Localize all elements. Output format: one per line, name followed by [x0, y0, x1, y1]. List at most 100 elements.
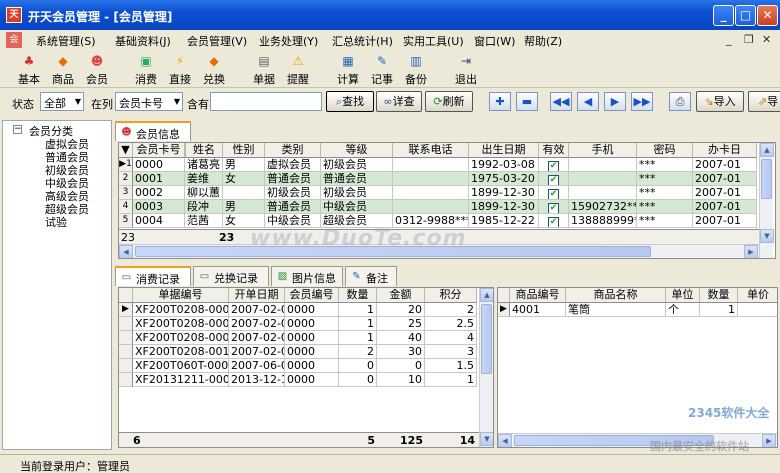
cell-mobile[interactable]: [569, 186, 637, 200]
cell-member-no[interactable]: 0000: [285, 303, 339, 317]
cell-member-no[interactable]: 0000: [285, 359, 339, 373]
cell-name[interactable]: 范茜: [185, 214, 223, 228]
cell-password[interactable]: ***: [637, 200, 693, 214]
cell-date[interactable]: 2013-12-11: [229, 373, 285, 387]
column-header[interactable]: 手机: [569, 143, 637, 158]
tree-item[interactable]: 试验: [45, 214, 67, 230]
scroll-thumb[interactable]: [481, 304, 492, 374]
scroll-thumb[interactable]: [761, 159, 772, 199]
vertical-scrollbar[interactable]: ▲ ▼: [759, 143, 774, 258]
column-header[interactable]: 有效: [539, 143, 569, 158]
cell-password[interactable]: ***: [637, 158, 693, 172]
cell-bill-no[interactable]: XF200T0208-0005: [133, 303, 229, 317]
cell-birth[interactable]: 1985-12-22: [469, 214, 539, 228]
menu-statistics[interactable]: 汇总统计(H): [332, 33, 393, 49]
import-button[interactable]: ⇘导入: [696, 91, 744, 112]
cell-type[interactable]: 普通会员: [265, 200, 321, 214]
cell-mobile[interactable]: 138888999***: [569, 214, 637, 228]
checkbox[interactable]: ✔: [548, 203, 559, 213]
print-button[interactable]: ⎙: [669, 92, 691, 111]
scroll-down-icon[interactable]: ▼: [760, 229, 774, 243]
cell-date[interactable]: 2007-02-08: [229, 303, 285, 317]
toolbar-backup-button[interactable]: ▥ 备份: [399, 52, 433, 86]
cell-unit[interactable]: 个: [666, 303, 700, 317]
cell-points[interactable]: 2.5: [425, 317, 477, 331]
cell-points[interactable]: 3: [425, 345, 477, 359]
cell-amount[interactable]: 20: [377, 303, 425, 317]
first-record-button[interactable]: ◀◀: [550, 92, 572, 111]
cell-card[interactable]: 0000: [133, 158, 185, 172]
cell-date[interactable]: 2007-01: [693, 172, 757, 186]
toolbar-basic-button[interactable]: ♣ 基本: [12, 52, 46, 86]
cell-valid[interactable]: ✔: [539, 158, 569, 172]
cell-phone[interactable]: [393, 172, 469, 186]
cell-qty[interactable]: 0: [339, 359, 377, 373]
menu-help[interactable]: 帮助(Z): [524, 33, 562, 49]
column-header[interactable]: 会员编号: [285, 288, 339, 303]
toolbar-direct-button[interactable]: ⚡ 直接: [163, 52, 197, 86]
cell-phone[interactable]: [393, 186, 469, 200]
column-header[interactable]: 金额: [377, 288, 425, 303]
scroll-right-icon[interactable]: ▶: [762, 434, 776, 447]
cell-level[interactable]: 初级会员: [321, 158, 393, 172]
tab-exchange[interactable]: ▭ 兑换记录: [193, 266, 269, 286]
cell-card[interactable]: 0003: [133, 200, 185, 214]
cell-amount[interactable]: 10: [377, 373, 425, 387]
column-select[interactable]: 会员卡号 ▼: [115, 92, 183, 111]
cell-phone[interactable]: [393, 200, 469, 214]
cell-name[interactable]: 姜维: [185, 172, 223, 186]
refresh-button[interactable]: ⟳刷新: [425, 91, 473, 112]
cell-amount[interactable]: 25: [377, 317, 425, 331]
maximize-button[interactable]: □: [735, 5, 756, 26]
toolbar-member-button[interactable]: ☻ 会员: [80, 52, 114, 86]
column-header[interactable]: 会员卡号: [133, 143, 185, 158]
scroll-up-icon[interactable]: ▲: [760, 143, 774, 157]
cell-sex[interactable]: [223, 186, 265, 200]
column-header[interactable]: 类别: [265, 143, 321, 158]
toolbar-consume-button[interactable]: ▣ 消费: [129, 52, 163, 86]
tab-notes[interactable]: ✎ 备注: [345, 266, 397, 286]
cell-sex[interactable]: 女: [223, 172, 265, 186]
cell-bill-no[interactable]: XF200T0208-0012: [133, 345, 229, 359]
scroll-left-icon[interactable]: ◀: [119, 245, 133, 258]
cell-bill-no[interactable]: XF200T0208-000T: [133, 331, 229, 345]
cell-type[interactable]: 普通会员: [265, 172, 321, 186]
cell-date[interactable]: 2007-01: [693, 186, 757, 200]
toolbar-bill-button[interactable]: ▤ 单据: [247, 52, 281, 86]
column-header[interactable]: 姓名: [185, 143, 223, 158]
column-header[interactable]: 联系电话: [393, 143, 469, 158]
cell-password[interactable]: ***: [637, 214, 693, 228]
cell-name[interactable]: 柳以蕙: [185, 186, 223, 200]
cell-birth[interactable]: 1992-03-08: [469, 158, 539, 172]
menu-tools[interactable]: 实用工具(U): [403, 33, 464, 49]
cell-bill-no[interactable]: XF200T060T-0001: [133, 359, 229, 373]
cell-item-no[interactable]: 4001: [510, 303, 566, 317]
column-header[interactable]: 数量: [339, 288, 377, 303]
toolbar-notes-button[interactable]: ✎ 记事: [365, 52, 399, 86]
column-header[interactable]: 密码: [637, 143, 693, 158]
checkbox[interactable]: ✔: [548, 175, 559, 185]
menu-member[interactable]: 会员管理(V): [187, 33, 247, 49]
detail-search-button[interactable]: ∞详查: [376, 91, 422, 112]
cell-bill-no[interactable]: XF20131211-0001: [133, 373, 229, 387]
cell-bill-no[interactable]: XF200T0208-0006: [133, 317, 229, 331]
cell-type[interactable]: 初级会员: [265, 186, 321, 200]
add-record-button[interactable]: ✚: [489, 92, 511, 111]
tab-pictures[interactable]: ▨ 图片信息: [271, 266, 343, 286]
cell-qty[interactable]: 2: [339, 345, 377, 359]
cell-level[interactable]: 普通会员: [321, 172, 393, 186]
cell-mobile[interactable]: 15902732***: [569, 200, 637, 214]
find-button[interactable]: ⌕查找: [326, 91, 374, 112]
cell-amount[interactable]: 40: [377, 331, 425, 345]
vertical-scrollbar[interactable]: ▲ ▼: [479, 288, 493, 447]
cell-name[interactable]: 诸葛亮: [185, 158, 223, 172]
cell-valid[interactable]: ✔: [539, 214, 569, 228]
cell-date[interactable]: 2007-01: [693, 214, 757, 228]
cell-member-no[interactable]: 0000: [285, 373, 339, 387]
cell-qty[interactable]: 0: [339, 373, 377, 387]
cell-type[interactable]: 虚拟会员: [265, 158, 321, 172]
cell-mobile[interactable]: [569, 158, 637, 172]
scroll-down-icon[interactable]: ▼: [480, 432, 493, 446]
cell-points[interactable]: 1: [425, 373, 477, 387]
close-button[interactable]: ✕: [757, 5, 778, 26]
